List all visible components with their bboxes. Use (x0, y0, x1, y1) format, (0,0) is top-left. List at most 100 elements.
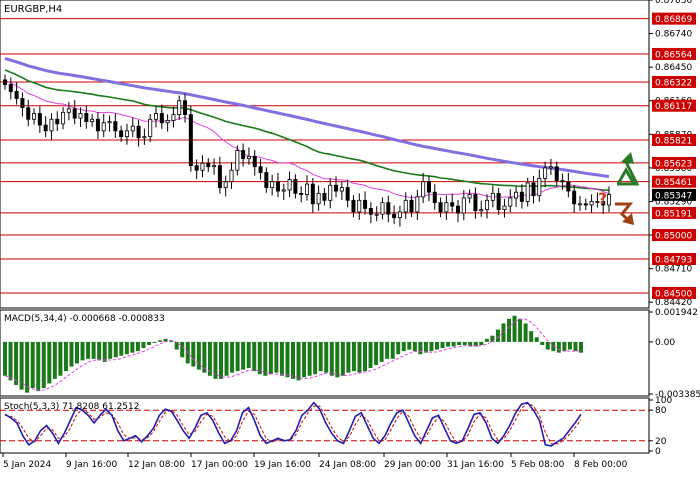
macd-bar (324, 341, 329, 373)
current-price-marker: 0.85347 (652, 188, 696, 201)
macd-bar (446, 341, 451, 347)
macd-bar (219, 341, 223, 379)
candle-body (432, 191, 437, 204)
macd-bar (407, 341, 412, 350)
candle-body (421, 181, 426, 198)
macd-bar (3, 341, 7, 376)
level-label: 0.84500 (655, 289, 692, 299)
macd-bar (457, 341, 462, 345)
candle-body (61, 111, 66, 125)
candle-body (72, 108, 77, 119)
candle-body (322, 192, 327, 201)
candle-body (107, 121, 112, 124)
candle-body (206, 162, 211, 168)
macd-bar (63, 341, 68, 372)
macd-bar (274, 341, 279, 373)
macd-bar (174, 341, 179, 350)
macd-bar (385, 341, 390, 359)
macd-bar (30, 341, 35, 389)
symbol-title: EURGBP,H4 (4, 4, 62, 15)
candle-body (537, 177, 542, 197)
candle-body (252, 155, 257, 168)
macd-bar (451, 341, 456, 347)
candle-body (357, 199, 362, 213)
candle-body (153, 113, 158, 120)
macd-bar (158, 340, 163, 342)
macd-axis: 0.0019420.00-0.003385 (649, 308, 700, 400)
macd-bar (257, 341, 262, 375)
candle-body (177, 100, 182, 116)
candle-body (90, 118, 95, 122)
candle-body (339, 187, 344, 192)
candle-body (20, 98, 25, 109)
candle-body (188, 114, 193, 166)
candle-body (119, 130, 124, 138)
candle-body (8, 84, 13, 92)
macd-bar (263, 341, 268, 376)
macd-bar (91, 341, 96, 359)
candle-body (572, 190, 577, 205)
macd-bar (14, 341, 19, 385)
level-label: 0.84793 (655, 256, 692, 266)
macd-bar (313, 341, 318, 375)
candle-body (310, 183, 315, 205)
candle-body (560, 180, 565, 183)
candle-body (165, 120, 170, 124)
macd-bar (512, 315, 517, 342)
candle-body (444, 202, 449, 213)
macd-bar (97, 341, 102, 361)
candle-body (26, 107, 31, 120)
macd-bar (47, 341, 52, 384)
candle-body (275, 181, 280, 192)
macd-bar (113, 341, 118, 358)
macd-bar (124, 341, 129, 355)
macd-bar (52, 341, 57, 379)
candle-body (124, 130, 129, 138)
candle-body (101, 122, 106, 132)
candle-body (380, 202, 385, 215)
candle-body (258, 166, 263, 173)
time-tick-label: 17 Jan 00:00 (191, 460, 248, 470)
macd-bar (86, 341, 91, 359)
chart-canvas: 0.870300.867400.864500.861600.858700.855… (0, 0, 700, 470)
macd-tick-label: 0.001942 (655, 308, 698, 318)
macd-bar (108, 341, 113, 359)
candle-body (49, 118, 54, 132)
candle-body (479, 209, 484, 212)
candle-body (467, 194, 472, 199)
candle-body (316, 192, 321, 205)
candle-body (281, 189, 286, 192)
macd-bar (340, 341, 345, 376)
macd-bar (36, 341, 41, 392)
candle-body (351, 199, 356, 213)
candle-body (455, 205, 460, 214)
macd-bar (191, 341, 196, 367)
level-label: 0.86564 (655, 50, 692, 60)
candle-body (32, 113, 37, 120)
macd-bar (235, 341, 240, 372)
macd-bar (41, 341, 46, 389)
macd-bar (8, 341, 13, 381)
candle-body (200, 162, 205, 171)
stoch-tick-label: 20 (655, 437, 667, 447)
candle-body (368, 208, 373, 215)
current-price-label: 0.85347 (655, 191, 692, 201)
macd-bar (423, 341, 428, 353)
candle-body (577, 203, 582, 206)
candle-body (246, 155, 251, 160)
level-label: 0.85461 (655, 178, 692, 188)
candle-body (142, 136, 147, 139)
level-label: 0.86117 (655, 102, 692, 112)
level-label: 0.85191 (655, 209, 692, 219)
macd-bar (302, 341, 307, 378)
candle-body (345, 187, 350, 201)
candle-body (212, 165, 217, 168)
time-tick-label: 31 Jan 16:00 (447, 460, 504, 470)
time-tick-label: 29 Jan 00:00 (384, 460, 441, 470)
candle-body (374, 213, 379, 216)
price-tick-label: 0.84710 (655, 265, 692, 275)
macd-bar (147, 341, 151, 345)
candle-body (566, 181, 571, 192)
macd-bar (484, 338, 489, 342)
macd-bar (523, 323, 528, 342)
